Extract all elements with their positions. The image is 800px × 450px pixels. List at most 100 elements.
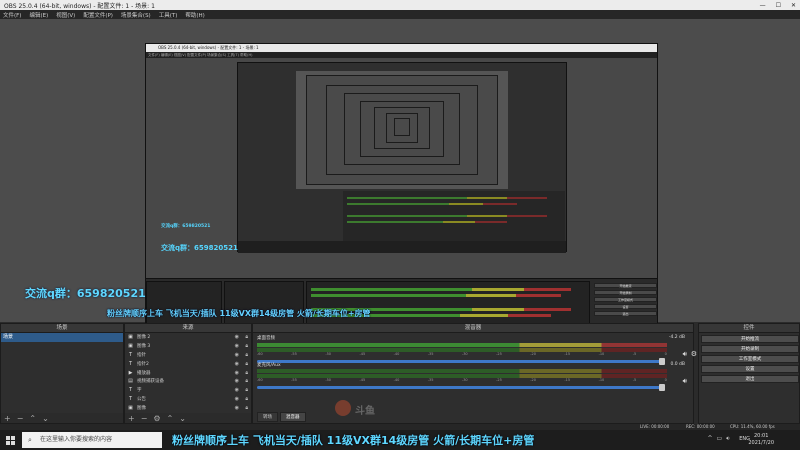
- eye-icon[interactable]: ◉: [235, 387, 239, 393]
- eye-icon[interactable]: ◉: [235, 343, 239, 349]
- level-meter: [257, 343, 667, 347]
- nested-capture: OBS 25.0.4 (64-bit, windows) - 配置文件: 1 -…: [145, 43, 658, 337]
- image-icon: ▣: [128, 404, 133, 411]
- window-controls: — ☐ ✕: [760, 0, 796, 10]
- tab-transitions[interactable]: 转场: [257, 412, 278, 422]
- title-bar: OBS 25.0.4 (64-bit, windows) - 配置文件: 1 -…: [0, 0, 800, 10]
- lock-icon[interactable]: 🔒︎: [245, 378, 248, 384]
- nested-qq-text: 交流q群：659820521: [161, 244, 238, 252]
- lock-icon[interactable]: 🔒︎: [245, 387, 248, 393]
- meter-ticks: -60 -55 -50 -45 -40 -35 -30 -25 -20 -15 -10 -5 0: [257, 378, 667, 382]
- clock-time: 20:01: [753, 433, 769, 439]
- source-item[interactable]: ▤ 视频捕获设备 ◉ 🔒︎: [125, 377, 251, 386]
- lock-icon[interactable]: 🔒︎: [245, 343, 248, 349]
- meter-ticks: -60 -55 -50 -45 -40 -35 -30 -25 -20 -15 -10 -5 0: [257, 352, 667, 356]
- move-up-icon[interactable]: ⌃: [29, 414, 36, 423]
- clock-date: 2021/7/20: [748, 440, 774, 446]
- preview-canvas[interactable]: OBS 25.0.4 (64-bit, windows) - 配置文件: 1 -…: [0, 19, 800, 337]
- remove-icon[interactable]: −: [141, 414, 148, 423]
- controls-dock: 控件 开始推流 开始录制 工作室模式 设置 退出: [698, 323, 800, 424]
- settings-button[interactable]: 设置: [701, 365, 799, 373]
- sources-header: 来源: [125, 324, 251, 333]
- track-db: -4.2 dB: [668, 335, 685, 340]
- nested-inner-panels: [238, 241, 566, 253]
- lock-icon[interactable]: 🔒︎: [245, 370, 248, 376]
- gear-icon[interactable]: ⚙: [691, 350, 697, 358]
- menu-scene-collection[interactable]: 场景集合(S): [121, 11, 151, 19]
- eye-icon[interactable]: ◉: [235, 370, 239, 376]
- speaker-icon[interactable]: 🔊︎: [683, 377, 687, 386]
- mixer-track-desktop: 桌面音频 -4.2 dB -60 -55 -50 -45 -40 -35 -30 -25 -20…: [257, 335, 697, 365]
- source-item[interactable]: ▣ 图像 3 ◉ 🔒︎: [125, 342, 251, 351]
- exit-button[interactable]: 退出: [701, 375, 799, 383]
- nested-exit: 退出: [594, 311, 657, 316]
- slider-handle[interactable]: [659, 384, 665, 391]
- menu-view[interactable]: 视图(V): [56, 11, 75, 19]
- chevron-up-icon[interactable]: ^: [708, 435, 713, 443]
- source-item[interactable]: T 指针2 ◉ 🔒︎: [125, 359, 251, 368]
- minimize-button[interactable]: —: [760, 2, 766, 9]
- speaker-icon[interactable]: 🔊︎: [683, 350, 687, 359]
- watermark-text: 斗鱼: [355, 406, 375, 417]
- source-item[interactable]: T 字 ◉ 🔒︎: [125, 386, 251, 395]
- lock-icon[interactable]: 🔒︎: [245, 405, 248, 411]
- sources-list: ▣ 图像 2 ◉ 🔒︎ ▣ 图像 3 ◉ 🔒︎ T 指针 ◉ 🔒︎ T 指针2 ◉ 🔒︎ ▶ 播放器 ◉ 🔒︎…: [125, 333, 251, 421]
- eye-icon[interactable]: ◉: [235, 352, 239, 358]
- gear-icon[interactable]: ⚙: [153, 414, 160, 423]
- nested-inner-capture: [237, 62, 567, 253]
- menu-edit[interactable]: 编辑(E): [29, 11, 48, 19]
- lock-icon[interactable]: 🔒︎: [245, 352, 248, 358]
- level-meter-peak: [257, 348, 667, 352]
- start-recording-button[interactable]: 开始录制: [701, 345, 799, 353]
- nested-start-record: 开始录制: [594, 290, 657, 295]
- start-streaming-button[interactable]: 开始推流: [701, 335, 799, 343]
- sources-toolbar: + − ⚙ ⌃ ⌄: [125, 413, 251, 423]
- level-meter: [257, 369, 667, 373]
- close-button[interactable]: ✕: [791, 2, 796, 9]
- volume-slider[interactable]: [257, 384, 665, 391]
- menu-bar: 文件(F) 编辑(E) 视图(V) 配置文件(P) 场景集合(S) 工具(T) …: [0, 10, 800, 19]
- sources-dock: 来源 ▣ 图像 2 ◉ 🔒︎ ▣ 图像 3 ◉ 🔒︎ T 指针 ◉ 🔒︎ T 指针2 ◉ 🔒︎ ▶ 播放器…: [124, 323, 252, 424]
- eye-icon[interactable]: ◉: [235, 405, 239, 411]
- source-item[interactable]: T 公告 ◉ 🔒︎: [125, 395, 251, 404]
- remove-icon[interactable]: −: [17, 414, 24, 423]
- eye-icon[interactable]: ◉: [235, 334, 239, 340]
- eye-icon[interactable]: ◉: [235, 378, 239, 384]
- menu-help[interactable]: 帮助(H): [185, 11, 204, 19]
- cpu-fps: CPU: 11.4%, 60.00 fps: [730, 424, 775, 429]
- mixer-tabs: 转场 混音器: [257, 412, 306, 422]
- lock-icon[interactable]: 🔒︎: [245, 396, 248, 402]
- menu-tools[interactable]: 工具(T): [159, 11, 178, 19]
- add-icon[interactable]: +: [128, 414, 135, 423]
- windows-start-icon[interactable]: [6, 436, 15, 445]
- lock-icon[interactable]: 🔒︎: [245, 334, 248, 340]
- volume-icon[interactable]: 🔉︎: [726, 435, 730, 443]
- source-item[interactable]: ▶ 播放器 ◉ 🔒︎: [125, 368, 251, 377]
- text-icon: T: [128, 395, 133, 402]
- source-label: 公告: [137, 396, 146, 402]
- move-down-icon[interactable]: ⌄: [42, 414, 49, 423]
- maximize-button[interactable]: ☐: [776, 2, 781, 9]
- move-up-icon[interactable]: ⌃: [167, 414, 174, 423]
- move-down-icon[interactable]: ⌄: [179, 414, 186, 423]
- menu-file[interactable]: 文件(F): [3, 11, 21, 19]
- taskbar-search[interactable]: ⌕ 在这里输入你要搜索的内容: [22, 432, 162, 448]
- source-label: 字: [137, 388, 142, 394]
- menu-profile[interactable]: 配置文件(P): [83, 11, 113, 19]
- lock-icon[interactable]: 🔒︎: [245, 361, 248, 367]
- scene-item[interactable]: 场景: [1, 333, 123, 342]
- source-item[interactable]: T 指针 ◉ 🔒︎: [125, 351, 251, 360]
- image-icon: ▣: [128, 334, 133, 341]
- source-item[interactable]: ▣ 图像 ◉ 🔒︎: [125, 403, 251, 412]
- taskbar-clock[interactable]: 20:01 2021/7/20: [748, 433, 774, 447]
- source-item[interactable]: ▣ 图像 2 ◉ 🔒︎: [125, 333, 251, 342]
- tab-mixer[interactable]: 混音器: [280, 412, 306, 422]
- network-icon[interactable]: ▭: [717, 435, 723, 443]
- add-icon[interactable]: +: [4, 414, 11, 423]
- source-label: 播放器: [137, 370, 151, 376]
- studio-mode-button[interactable]: 工作室模式: [701, 355, 799, 363]
- level-meter-peak: [257, 374, 667, 378]
- nested-title: OBS 25.0.4 (64-bit, windows) - 配置文件: 1 -…: [146, 44, 657, 52]
- eye-icon[interactable]: ◉: [235, 361, 239, 367]
- eye-icon[interactable]: ◉: [235, 396, 239, 402]
